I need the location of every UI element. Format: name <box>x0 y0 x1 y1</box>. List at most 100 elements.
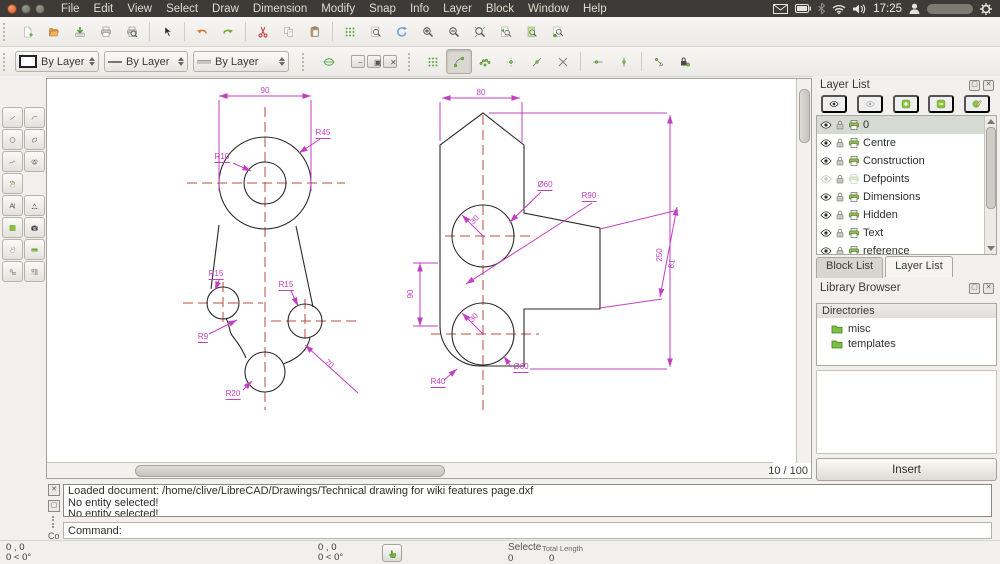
layer-lock-icon[interactable] <box>834 209 846 221</box>
menu-block[interactable]: Block <box>479 2 521 16</box>
layer-lock-icon[interactable] <box>834 191 846 203</box>
drag-handle-icon[interactable] <box>52 516 62 528</box>
draw-ellipse-arc-button[interactable] <box>23 151 45 172</box>
command-float-icon[interactable]: ▢ <box>48 500 60 512</box>
layer-lock-icon[interactable] <box>834 173 846 185</box>
menu-dimension[interactable]: Dimension <box>246 2 314 16</box>
mouse-hint-button[interactable] <box>382 544 402 562</box>
menu-file[interactable]: File <box>54 2 87 16</box>
open-file-button[interactable] <box>41 19 67 44</box>
layer-visibility-icon[interactable] <box>820 191 832 203</box>
layer-visibility-icon[interactable] <box>820 209 832 221</box>
move-tool-button[interactable] <box>1 239 23 260</box>
layer-print-icon[interactable] <box>848 173 860 185</box>
command-history[interactable]: Loaded document: /home/clive/LibreCAD/Dr… <box>63 484 992 517</box>
menu-view[interactable]: View <box>120 2 159 16</box>
show-all-layers-button[interactable] <box>821 95 847 113</box>
mdi-minimize-button[interactable]: − <box>351 55 365 68</box>
mdi-restore-button[interactable]: ▣ <box>367 55 382 68</box>
draw-ellipse-button[interactable] <box>23 129 45 150</box>
zoom-auto-button[interactable] <box>467 19 493 44</box>
menu-modify[interactable]: Modify <box>314 2 362 16</box>
layer-print-icon[interactable] <box>848 119 860 131</box>
vscroll-thumb[interactable] <box>799 89 810 143</box>
layer-list-scrollbar[interactable] <box>984 116 996 254</box>
layer-visibility-icon[interactable] <box>820 119 832 131</box>
zoom-previous-button[interactable] <box>493 19 519 44</box>
layer-row[interactable]: Centre <box>817 134 996 152</box>
window-maximize-button[interactable] <box>35 3 45 14</box>
snap-grid-button[interactable] <box>420 49 446 74</box>
undo-button[interactable] <box>189 19 215 44</box>
clock[interactable]: 17:25 <box>873 3 902 15</box>
pen-linetype-dropdown[interactable]: By Layer <box>193 51 289 72</box>
menu-layer[interactable]: Layer <box>436 2 479 16</box>
grid-toggle-button[interactable] <box>337 19 363 44</box>
draw-circle-button[interactable] <box>1 129 23 150</box>
gear-icon[interactable] <box>980 2 992 15</box>
block-edit-button[interactable] <box>23 261 45 282</box>
layer-lock-icon[interactable] <box>834 119 846 131</box>
zoom-in-button[interactable] <box>415 19 441 44</box>
horizontal-scrollbar[interactable] <box>47 462 773 478</box>
insert-image-button[interactable] <box>23 217 45 238</box>
redraw-button[interactable] <box>389 19 415 44</box>
layer-visibility-icon[interactable] <box>820 173 832 185</box>
draw-spline-button[interactable] <box>1 151 23 172</box>
layer-row[interactable]: Hidden <box>817 206 996 224</box>
layer-print-icon[interactable] <box>848 227 860 239</box>
pen-width-dropdown[interactable]: By Layer <box>104 51 188 72</box>
restrict-nothing-button[interactable] <box>646 49 672 74</box>
restrict-vertical-button[interactable] <box>611 49 637 74</box>
layer-row[interactable]: reference <box>817 242 996 255</box>
select-pointer-button[interactable] <box>154 19 180 44</box>
menu-select[interactable]: Select <box>159 2 205 16</box>
layer-row[interactable]: Text <box>817 224 996 242</box>
library-close-icon[interactable]: ✕ <box>983 282 994 294</box>
layer-print-icon[interactable] <box>848 245 860 255</box>
snap-endpoint-button[interactable] <box>446 49 472 74</box>
redo-button[interactable] <box>215 19 241 44</box>
toolbar-grip[interactable] <box>3 52 12 71</box>
print-button[interactable] <box>93 19 119 44</box>
menu-info[interactable]: Info <box>403 2 436 16</box>
ellipse-axes-button[interactable] <box>316 49 342 74</box>
pen-color-dropdown[interactable]: By Layer <box>15 51 99 72</box>
remove-layer-button[interactable] <box>928 95 955 113</box>
directory-item[interactable]: templates <box>817 336 996 351</box>
layer-row[interactable]: Defpoints <box>817 170 996 188</box>
layer-lock-icon[interactable] <box>834 137 846 149</box>
menu-snap[interactable]: Snap <box>362 2 403 16</box>
draw-point-button[interactable] <box>1 173 23 194</box>
tab-layer-list[interactable]: Layer List <box>885 256 953 277</box>
new-file-button[interactable] <box>15 19 41 44</box>
cut-button[interactable] <box>250 19 276 44</box>
copy-button[interactable] <box>276 19 302 44</box>
scroll-down-icon[interactable] <box>987 246 995 251</box>
print-preview-button[interactable] <box>119 19 145 44</box>
menu-window[interactable]: Window <box>521 2 576 16</box>
draw-hatch-button[interactable] <box>1 217 23 238</box>
snap-intersection-button[interactable] <box>550 49 576 74</box>
draw-line-button[interactable] <box>1 107 23 128</box>
layer-panel-float-icon[interactable]: ▢ <box>969 79 980 91</box>
insert-button[interactable]: Insert <box>816 458 997 481</box>
save-file-button[interactable] <box>67 19 93 44</box>
mdi-close-button[interactable]: ✕ <box>383 55 397 68</box>
snap-middle-button[interactable] <box>524 49 550 74</box>
layer-visibility-icon[interactable] <box>820 227 832 239</box>
window-close-button[interactable] <box>7 3 17 14</box>
mail-icon[interactable] <box>773 3 789 14</box>
user-icon[interactable] <box>909 3 920 14</box>
lock-relative-zero-button[interactable] <box>672 49 698 74</box>
window-minimize-button[interactable] <box>21 3 31 14</box>
command-input[interactable]: Command: <box>63 522 992 539</box>
toolbar-grip[interactable] <box>3 22 12 41</box>
bluetooth-icon[interactable] <box>818 3 826 14</box>
snap-distance-button[interactable] <box>585 49 611 74</box>
wifi-icon[interactable] <box>832 4 846 14</box>
layer-scroll-thumb[interactable] <box>986 127 996 209</box>
measure-tool-button[interactable] <box>23 239 45 260</box>
paste-button[interactable] <box>302 19 328 44</box>
layer-print-icon[interactable] <box>848 191 860 203</box>
